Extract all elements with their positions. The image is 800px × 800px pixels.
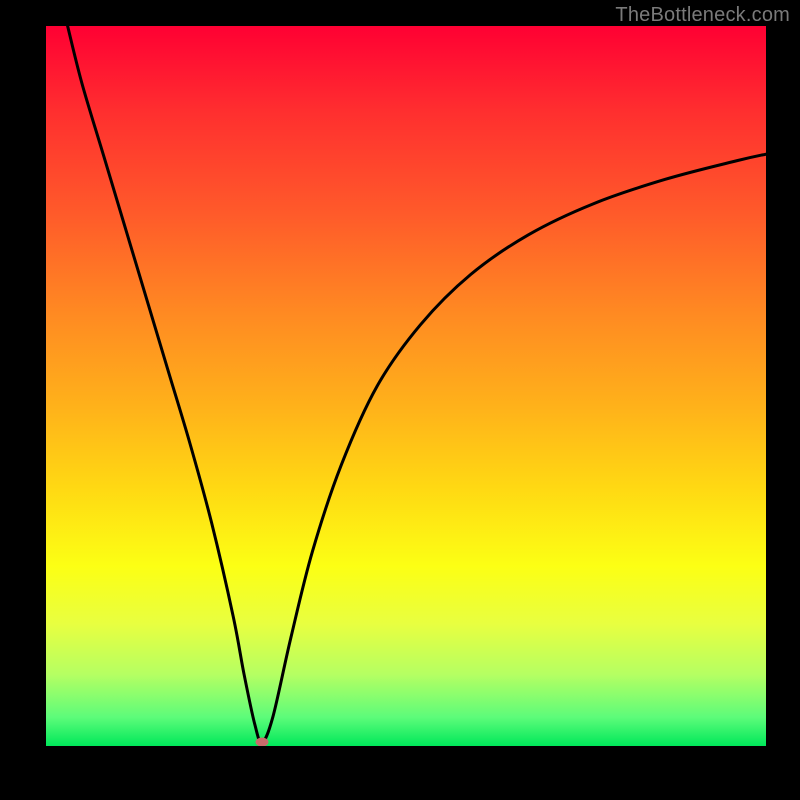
- watermark-text: TheBottleneck.com: [615, 4, 790, 27]
- optimal-point-marker: [256, 738, 269, 746]
- chart-frame: TheBottleneck.com: [0, 0, 800, 800]
- plot-area: [46, 26, 766, 746]
- bottleneck-curve-svg: [46, 26, 766, 746]
- bottleneck-curve-path: [68, 26, 766, 743]
